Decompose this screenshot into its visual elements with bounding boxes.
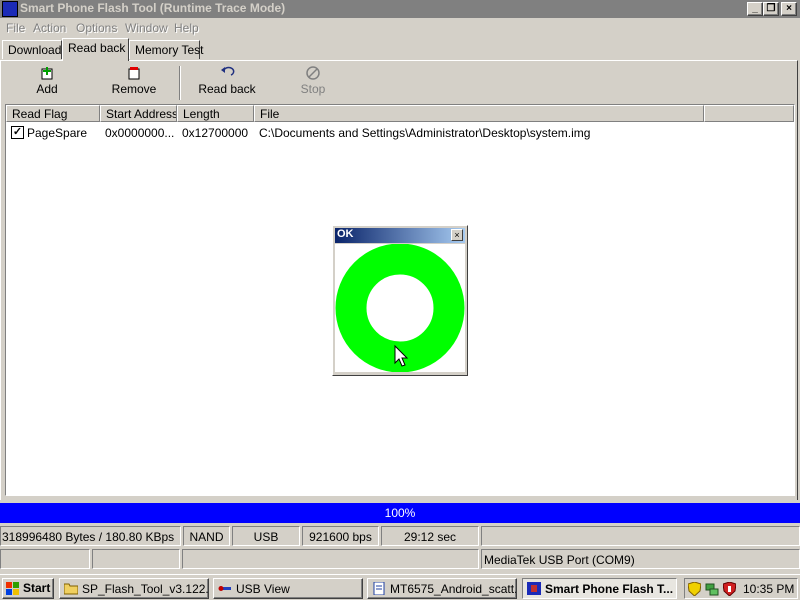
remove-icon (126, 66, 142, 80)
dialog-body (335, 243, 465, 373)
minimize-button[interactable]: _ (747, 2, 763, 16)
status-bytes: 318996480 Bytes / 180.80 KBps (0, 526, 181, 546)
cell-start-address: 0x0000000... (105, 126, 175, 140)
close-button[interactable]: × (781, 2, 797, 16)
column-header-start-address[interactable]: Start Address (100, 105, 177, 122)
start-button[interactable]: Start (2, 578, 54, 599)
menu-action[interactable]: Action (33, 21, 66, 35)
ok-dialog[interactable]: OK × (332, 225, 468, 376)
toolbar-separator (179, 66, 181, 100)
system-tray: 10:35 PM (684, 578, 798, 599)
status-connection: USB (232, 526, 300, 546)
read-flag-checkbox[interactable]: ✓ (11, 126, 24, 139)
stop-button[interactable]: Stop (294, 66, 332, 100)
tab-download[interactable]: Download (2, 40, 62, 59)
tab-read-back[interactable]: Read back (62, 38, 129, 61)
dialog-close-button[interactable]: × (451, 229, 463, 241)
start-label: Start (23, 581, 51, 595)
window-title: Smart Phone Flash Tool (Runtime Trace Mo… (20, 1, 286, 15)
restore-button[interactable]: ❐ (763, 2, 779, 16)
column-header-length[interactable]: Length (177, 105, 254, 122)
status-empty-1 (481, 526, 800, 546)
antivirus-icon[interactable] (722, 581, 737, 599)
progress-text: 100% (384, 506, 416, 520)
status-port: MediaTek USB Port (COM9) (481, 549, 800, 569)
add-icon (39, 66, 55, 80)
network-icon[interactable] (705, 582, 719, 599)
add-label: Add (36, 82, 58, 96)
read-back-icon (219, 66, 235, 80)
column-header-read-flag[interactable]: Read Flag (6, 105, 100, 122)
menu-bar: File Action Options Window Help (0, 18, 800, 38)
usb-icon (218, 582, 232, 595)
flash-tool-icon (527, 582, 541, 595)
cell-length: 0x12700000 (182, 126, 249, 140)
remove-button[interactable]: Remove (106, 66, 162, 100)
progress-bar: 100% (0, 503, 800, 523)
task-smart-phone-flash-tool[interactable]: Smart Phone Flash T... (522, 578, 677, 599)
task-label: Smart Phone Flash T... (545, 582, 674, 596)
stop-label: Stop (300, 82, 326, 96)
remove-label: Remove (111, 82, 157, 96)
folder-icon (63, 582, 79, 595)
windows-logo-icon (6, 582, 20, 598)
success-ring (335, 243, 465, 373)
status-storage: NAND (183, 526, 230, 546)
column-header-file[interactable]: File (254, 105, 704, 122)
status-empty-3 (92, 549, 180, 569)
dialog-title: OK (337, 228, 354, 240)
task-label: USB View (236, 582, 290, 596)
status-empty-2 (0, 549, 90, 569)
stop-icon (305, 66, 321, 80)
menu-window[interactable]: Window (125, 21, 168, 35)
tab-memory-test[interactable]: Memory Test (129, 40, 203, 59)
status-baud: 921600 bps (302, 526, 379, 546)
dialog-title-bar[interactable]: OK × (335, 228, 465, 243)
clock[interactable]: 10:35 PM (743, 582, 794, 596)
success-ring-icon (335, 243, 465, 373)
cell-file: C:\Documents and Settings\Administrator\… (259, 126, 591, 140)
menu-help[interactable]: Help (174, 21, 199, 35)
status-time: 29:12 sec (381, 526, 479, 546)
task-label: MT6575_Android_scatt... (390, 582, 517, 596)
task-label: SP_Flash_Tool_v3.122... (82, 582, 209, 596)
cell-read-flag: PageSpare (27, 126, 88, 140)
task-usb-view[interactable]: USB View (213, 578, 363, 599)
menu-file[interactable]: File (6, 21, 25, 35)
task-scatter-file[interactable]: MT6575_Android_scatt... (367, 578, 517, 599)
add-button[interactable]: Add (22, 66, 72, 100)
title-bar[interactable]: Smart Phone Flash Tool (Runtime Trace Mo… (0, 0, 800, 18)
read-back-label: Read back (198, 82, 256, 96)
app-icon[interactable] (2, 1, 18, 17)
taskbar: Start SP_Flash_Tool_v3.122... USB View M… (0, 574, 800, 600)
read-back-button[interactable]: Read back (196, 66, 258, 100)
menu-options[interactable]: Options (76, 21, 117, 35)
task-sp-flash-tool-folder[interactable]: SP_Flash_Tool_v3.122... (59, 578, 209, 599)
status-empty-4 (182, 549, 479, 569)
security-shield-icon[interactable] (687, 581, 702, 599)
column-header-filler (704, 105, 794, 122)
document-icon (372, 581, 386, 596)
